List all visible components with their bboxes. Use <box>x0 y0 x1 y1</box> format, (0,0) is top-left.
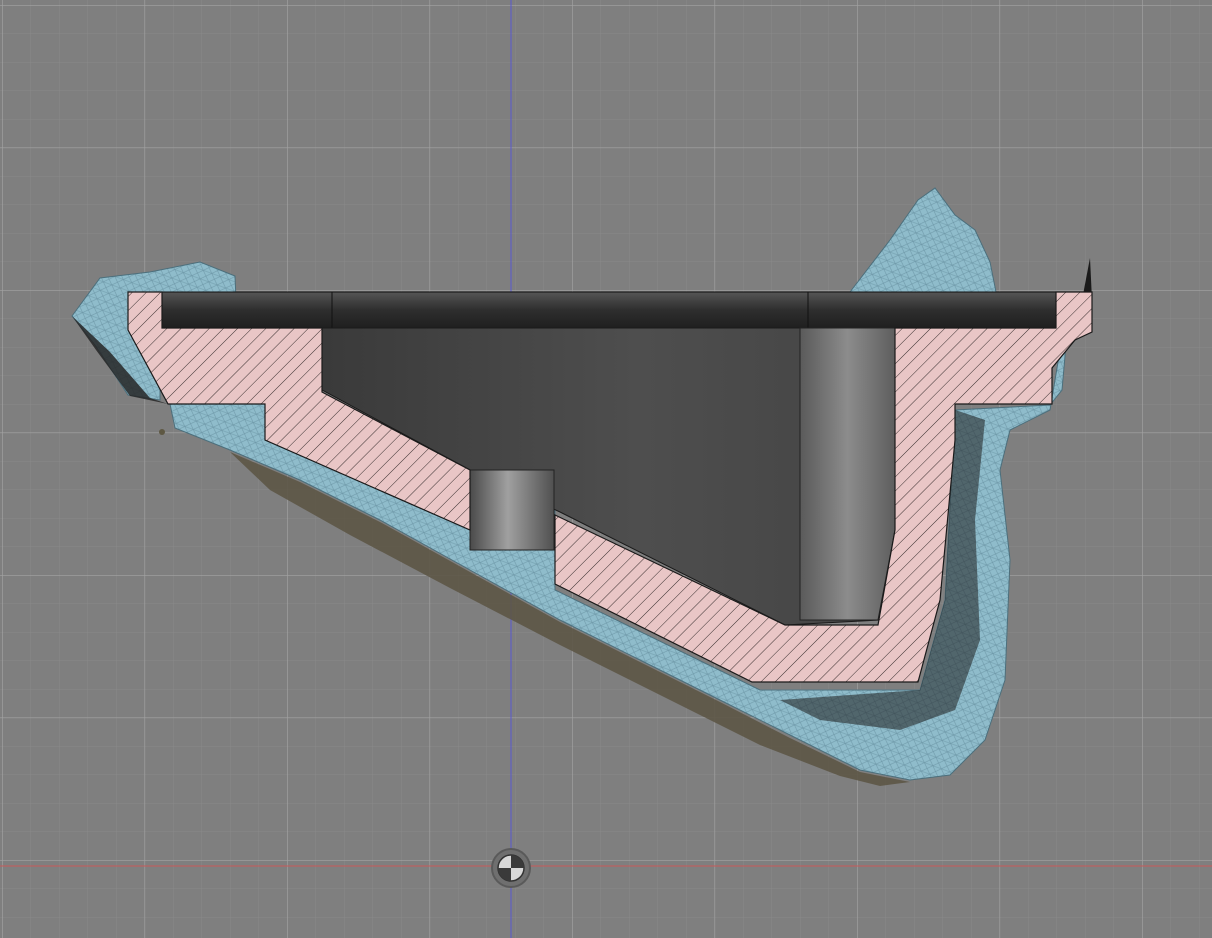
part-top-rim <box>159 291 1057 329</box>
part-inner-wall <box>799 327 896 621</box>
scan-speck <box>159 429 165 435</box>
origin-icon[interactable] <box>491 848 531 888</box>
part-bore <box>469 469 555 551</box>
cad-3d-viewport[interactable] <box>0 0 1212 938</box>
viewport-canvas[interactable] <box>0 0 1212 938</box>
